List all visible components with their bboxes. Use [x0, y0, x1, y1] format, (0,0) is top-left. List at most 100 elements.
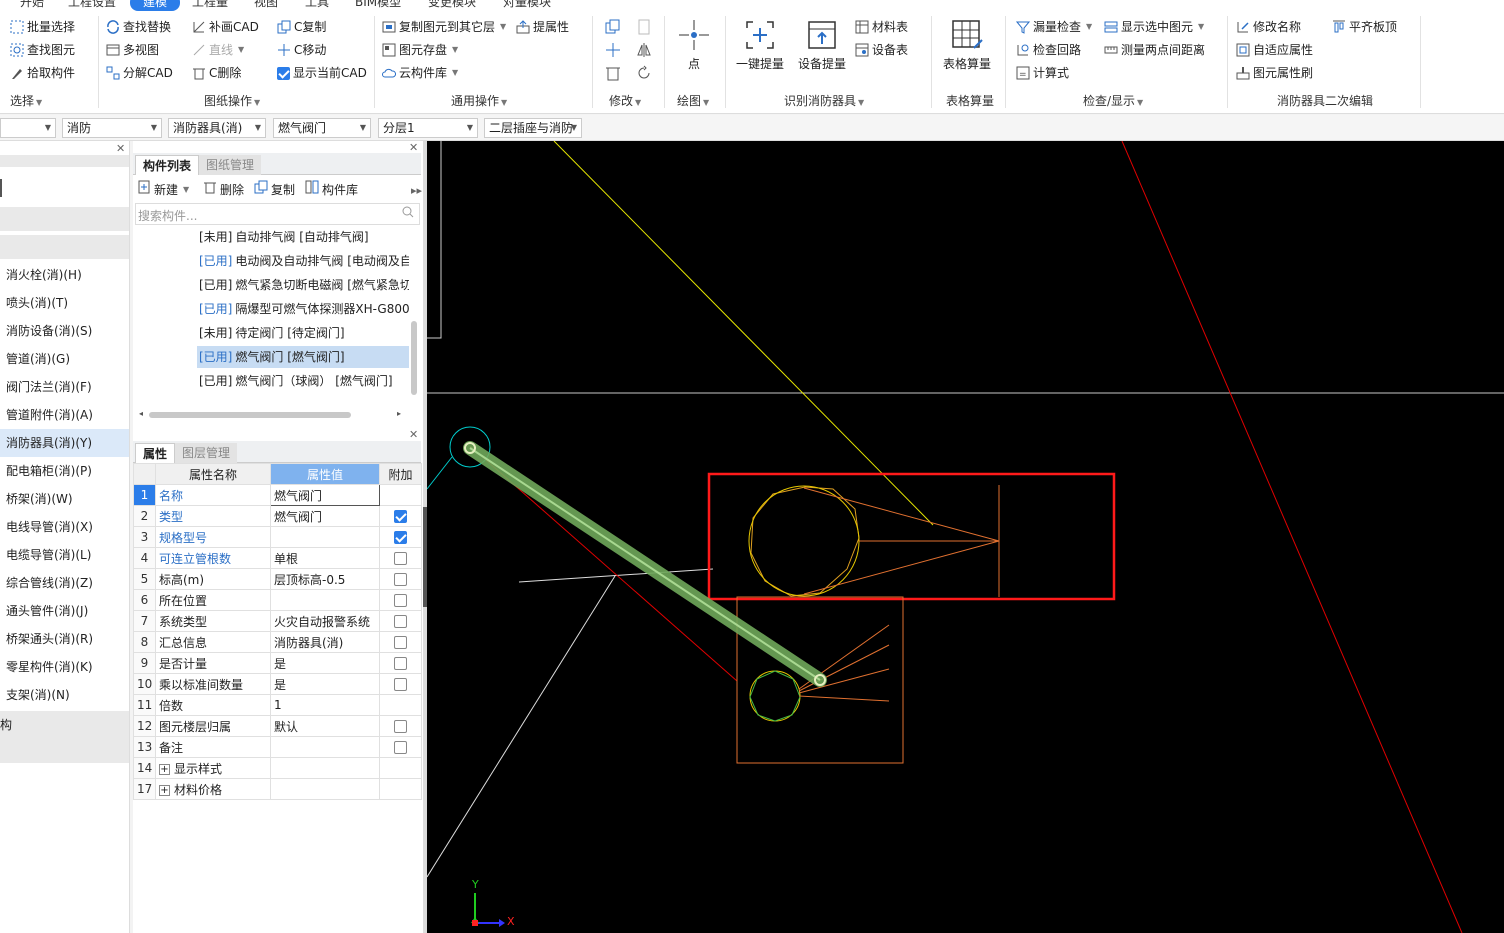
component-list-item[interactable]: [未用] 待定阀门 [待定阀门]	[197, 322, 409, 344]
copy-to-other-floor-button[interactable]: 复制图元到其它层 ▼	[382, 17, 506, 37]
expand-icon[interactable]: +	[159, 763, 170, 775]
nav-group-component[interactable]: 构	[0, 711, 129, 739]
show-current-cad-toggle[interactable]: 显示当前CAD	[277, 63, 367, 83]
property-row[interactable]: 13 备注	[133, 736, 422, 758]
modify-mirror-icon[interactable]	[636, 42, 652, 61]
tab-layer-manage[interactable]: 图层管理	[175, 443, 238, 463]
nav-item[interactable]: 消防器具(消)(Y)	[0, 429, 129, 457]
c-move-button[interactable]: C移动	[277, 40, 326, 60]
component-list-item[interactable]: [未用] 自动排气阀 [自动排气阀]	[197, 226, 409, 248]
tab-properties[interactable]: 属性	[135, 443, 176, 463]
property-row[interactable]: 6 所在位置	[133, 589, 422, 611]
menu-tab-tools[interactable]: 工具	[305, 0, 329, 11]
align-slab-top-button[interactable]: 平齐板顶	[1332, 17, 1397, 37]
property-value[interactable]	[270, 757, 380, 779]
menu-tab-start[interactable]: 开始	[20, 0, 44, 11]
measure-distance-button[interactable]: 测量两点间距离	[1104, 40, 1205, 60]
property-value[interactable]: 火灾自动报警系统	[270, 610, 380, 632]
property-value[interactable]: 是	[270, 652, 380, 674]
menu-tab-quantity[interactable]: 工程量	[192, 0, 228, 11]
property-row[interactable]: 9 是否计量 是	[133, 652, 422, 674]
property-row[interactable]: 3 规格型号	[133, 526, 422, 548]
nav-item[interactable]: 管道(消)(G)	[0, 345, 129, 373]
property-value[interactable]: 默认	[270, 715, 380, 737]
menu-tab-bim[interactable]: BIM模型	[355, 0, 401, 11]
table-calc-button[interactable]: 表格算量	[940, 18, 994, 72]
menu-tab-project-settings[interactable]: 工程设置	[68, 0, 116, 11]
menu-tab-change[interactable]: 变更模块	[428, 0, 476, 11]
property-value[interactable]: 是	[270, 673, 380, 695]
filter-layer-select[interactable]: 分层1 ▼	[378, 118, 478, 138]
draw-point-button[interactable]: 点	[672, 18, 716, 72]
save-element-button[interactable]: 图元存盘 ▼	[382, 40, 458, 60]
menu-tab-view[interactable]: 视图	[254, 0, 278, 11]
list-vertical-scrollbar[interactable]	[411, 321, 417, 395]
property-value[interactable]	[270, 589, 380, 611]
extract-attr-button[interactable]: 提属性	[516, 17, 569, 37]
extra-checkbox[interactable]	[394, 531, 407, 544]
component-list-item[interactable]: [已用] 燃气阀门 [燃气阀门]	[197, 346, 409, 368]
nav-item[interactable]: 桥架通头(消)(R)	[0, 625, 129, 653]
property-row[interactable]: 4 可连立管根数 单根	[133, 547, 422, 569]
menu-tab-modeling[interactable]: 建模	[130, 0, 181, 11]
find-replace-button[interactable]: 查找替换	[106, 17, 171, 37]
component-list-item[interactable]: [已用] 燃气阀门（球阀） [燃气阀门]	[197, 370, 409, 392]
close-icon[interactable]: ✕	[409, 428, 418, 441]
extra-checkbox[interactable]	[394, 636, 407, 649]
material-table-button[interactable]: 材料表	[855, 17, 908, 37]
c-copy-button[interactable]: C复制	[277, 17, 326, 37]
nav-item[interactable]: 电缆导管(消)(L)	[0, 541, 129, 569]
nav-item[interactable]: 零星构件(消)(K)	[0, 653, 129, 681]
nav-item[interactable]: 管道附件(消)(A)	[0, 401, 129, 429]
adaptive-attr-button[interactable]: 自适应属性	[1236, 40, 1313, 60]
modify-copy-icon[interactable]	[605, 19, 621, 38]
property-value[interactable]: 1	[270, 694, 380, 716]
filter-component-select[interactable]: 燃气阀门 ▼	[273, 118, 371, 138]
close-icon[interactable]: ✕	[116, 142, 125, 155]
filter-discipline-select[interactable]: 消防 ▼	[62, 118, 162, 138]
formula-button[interactable]: = 计算式	[1016, 63, 1069, 83]
one-click-extract-button[interactable]: 一键提量	[735, 18, 785, 72]
filter-type-select[interactable]: 消防器具(消) ▼	[168, 118, 266, 138]
show-selected-button[interactable]: 显示选中图元 ▼	[1104, 17, 1204, 37]
copy-component-button[interactable]: 复制	[254, 180, 295, 200]
cloud-library-button[interactable]: 云构件库 ▼	[382, 63, 458, 83]
nav-item[interactable]: 综合管线(消)(Z)	[0, 569, 129, 597]
component-list-item[interactable]: [已用] 电动阀及自动排气阀 [电动阀及自	[197, 250, 409, 272]
extra-checkbox[interactable]	[394, 657, 407, 670]
nav-item[interactable]: 电线导管(消)(X)	[0, 513, 129, 541]
more-chevron-icon[interactable]: ▸▸	[411, 184, 422, 197]
modify-extend-icon[interactable]	[636, 19, 652, 38]
check-loop-button[interactable]: 检查回路	[1016, 40, 1081, 60]
component-search-input[interactable]: 搜索构件...	[135, 203, 420, 225]
line-button[interactable]: 直线 ▼	[192, 40, 244, 60]
extra-checkbox[interactable]	[394, 594, 407, 607]
device-table-button[interactable]: 设备表	[855, 40, 908, 60]
property-value[interactable]: 燃气阀门	[270, 505, 380, 527]
new-component-button[interactable]: 新建 ▼	[137, 180, 189, 200]
property-row[interactable]: 12 图元楼层归属 默认	[133, 715, 422, 737]
property-row[interactable]: 8 汇总信息 消防器具(消)	[133, 631, 422, 653]
property-row[interactable]: 1 名称 燃气阀门	[133, 484, 422, 506]
extra-checkbox[interactable]	[394, 678, 407, 691]
find-element-button[interactable]: 查找图元	[10, 40, 75, 60]
scroll-left-icon[interactable]: ◂	[139, 409, 143, 418]
multi-view-button[interactable]: 多视图	[106, 40, 159, 60]
tab-drawing-manage[interactable]: 图纸管理	[199, 155, 262, 175]
expand-icon[interactable]: +	[159, 784, 170, 796]
list-horizontal-scrollbar[interactable]	[149, 412, 351, 418]
property-row[interactable]: 11 倍数 1	[133, 694, 422, 716]
property-value[interactable]: 单根	[270, 547, 380, 569]
nav-search-input[interactable]	[0, 179, 6, 197]
property-value[interactable]: 燃气阀门	[270, 484, 380, 506]
property-value[interactable]	[270, 736, 380, 758]
pick-component-button[interactable]: 拾取构件	[10, 63, 75, 83]
property-row[interactable]: 7 系统类型 火灾自动报警系统	[133, 610, 422, 632]
component-list-item[interactable]: [已用] 隔爆型可燃气体探测器XH-G800/	[197, 298, 409, 320]
property-value[interactable]	[270, 526, 380, 548]
redraw-cad-button[interactable]: 补画CAD	[192, 17, 259, 37]
nav-item[interactable]: 消火栓(消)(H)	[0, 261, 129, 289]
property-value[interactable]: 层顶标高-0.5	[270, 568, 380, 590]
property-row[interactable]: 14 + 显示样式	[133, 757, 422, 779]
component-library-button[interactable]: 构件库	[305, 180, 358, 200]
